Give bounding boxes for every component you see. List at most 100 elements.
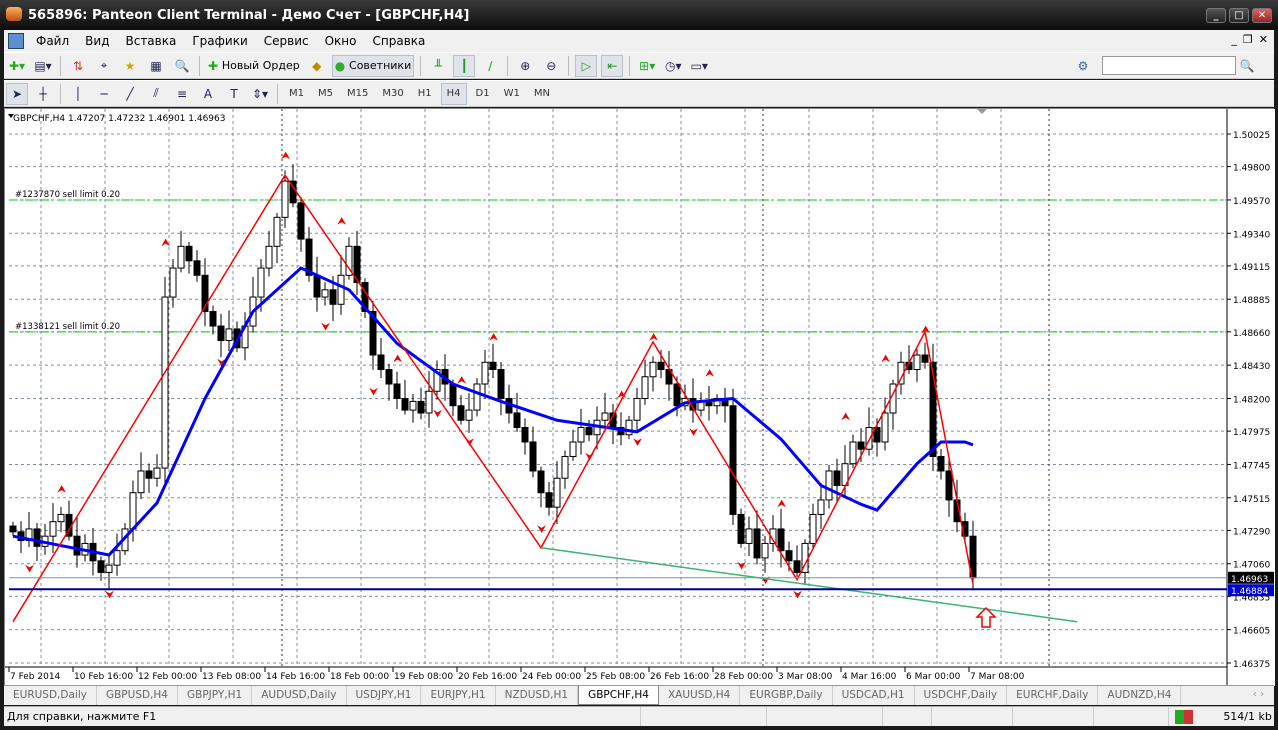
x-tick-label: 25 Feb 08:00 [586, 672, 645, 682]
y-tick-label: 1.47975 [1233, 428, 1270, 438]
experts-icon: ● [334, 58, 346, 73]
terminal-icon[interactable]: ▦ [145, 55, 167, 77]
bear-candle [401, 398, 409, 411]
timeframe-d1[interactable]: D1 [471, 83, 495, 105]
maximize-button[interactable]: □ [1229, 8, 1249, 23]
menu-6[interactable]: Справка [365, 34, 434, 48]
bear-candle [449, 383, 457, 407]
vertical-line-icon[interactable]: │ [67, 83, 89, 105]
bull-candle [49, 521, 57, 537]
chart-shift-icon[interactable]: ⇤ [601, 54, 624, 77]
mdi-minimize-button[interactable]: _ [1231, 33, 1237, 46]
timeframe-h1[interactable]: H1 [413, 83, 437, 105]
chart-window-icon[interactable] [8, 33, 24, 49]
cursor-icon[interactable]: ➤ [6, 82, 28, 105]
bull-candle [865, 426, 873, 450]
trendline-icon[interactable]: ╱ [119, 83, 141, 105]
chart-tab[interactable]: USDCAD,H1 [833, 686, 915, 705]
fibonacci-icon[interactable]: ≡ [171, 83, 193, 105]
minimize-button[interactable]: _ [1206, 8, 1226, 23]
bear-candle [297, 202, 305, 240]
bull-candle [553, 477, 561, 508]
horizontal-line-icon[interactable]: ─ [93, 83, 115, 105]
line-chart-icon[interactable]: ∕ [479, 55, 501, 77]
chart-tab[interactable]: XAUUSD,H4 [659, 686, 741, 705]
timeframe-m30[interactable]: M30 [377, 83, 408, 105]
chart-tab[interactable]: EURCHF,Daily [1007, 686, 1099, 705]
bear-candle [193, 260, 201, 276]
chart-tab[interactable]: EURGBP,Daily [740, 686, 833, 705]
search-button[interactable]: 🔍 [1236, 55, 1258, 77]
zoom-out-icon[interactable]: ⊖ [540, 55, 562, 77]
bull-candle [337, 274, 345, 305]
experts-button[interactable]: ● Советники [331, 54, 415, 77]
search-input[interactable] [1102, 56, 1236, 75]
data-window-icon[interactable]: ⌖ [93, 55, 115, 77]
menu-1[interactable]: Вид [77, 34, 117, 48]
x-tick-label: 4 Mar 16:00 [842, 672, 897, 682]
candlestick-icon[interactable]: ┃ [453, 54, 476, 77]
timeframe-m5[interactable]: M5 [313, 83, 338, 105]
market-watch-icon[interactable]: ⇅ [67, 55, 89, 77]
chart-tab[interactable]: USDJPY,H1 [347, 686, 422, 705]
y-tick-label: 1.50025 [1233, 131, 1270, 141]
timeframe-w1[interactable]: W1 [499, 83, 525, 105]
y-tick-label: 1.47060 [1233, 561, 1270, 571]
periods-button[interactable]: ◷▾ [662, 55, 684, 77]
strategy-tester-icon[interactable]: 🔍 [171, 55, 193, 77]
connection-icon [1175, 709, 1194, 724]
bear-candle [521, 426, 529, 443]
order-label: #1338121 sell limit 0.20 [15, 322, 120, 332]
x-tick-label: 18 Feb 00:00 [330, 672, 389, 682]
bear-candle [185, 245, 193, 262]
chart-tab[interactable]: GBPJPY,H1 [178, 686, 253, 705]
chart-tab[interactable]: NZDUSD,H1 [496, 686, 579, 705]
settings-icon[interactable]: ⚙ [1072, 55, 1094, 77]
menu-5[interactable]: Окно [317, 34, 365, 48]
templates-button[interactable]: ▭▾ [688, 55, 710, 77]
chart-tab[interactable]: EURJPY,H1 [421, 686, 496, 705]
timeframe-m15[interactable]: M15 [342, 83, 373, 105]
bull-candle [273, 216, 281, 247]
chart-header: GBPCHF,H4 1.47207 1.47232 1.46901 1.4696… [13, 114, 225, 124]
zoom-in-icon[interactable]: ⊕ [514, 55, 536, 77]
timeframe-m1[interactable]: M1 [284, 83, 309, 105]
bar-chart-icon[interactable]: ╨ [427, 55, 449, 77]
bull-candle [105, 564, 113, 573]
profiles-button[interactable]: ▤▾ [32, 55, 54, 77]
arrows-button[interactable]: ⇕▾ [249, 83, 271, 105]
chart-window[interactable]: 1.50025 1.49800 1.49570 1.49340 1.49115 1.488… [4, 108, 1275, 686]
metaeditor-icon[interactable]: ◆ [306, 55, 328, 77]
fractal-down-icon: ⮟ [633, 436, 642, 449]
menu-2[interactable]: Вставка [117, 34, 184, 48]
text-label-icon[interactable]: T [223, 83, 245, 105]
text-icon[interactable]: A [197, 83, 219, 105]
indicators-button[interactable]: ⊞▾ [636, 55, 658, 77]
new-chart-button[interactable]: ✚▾ [6, 55, 28, 77]
price-chart[interactable]: 1.50025 1.49800 1.49570 1.49340 1.49115 1.488… [5, 109, 1275, 686]
chart-tab[interactable]: GBPUSD,H4 [97, 686, 178, 705]
bear-candle [737, 513, 745, 544]
chart-tabs: EURUSD,Daily GBPUSD,H4 GBPJPY,H1 AUDUSD,Dai… [4, 685, 1274, 705]
bear-candle [217, 325, 225, 342]
chart-tab[interactable]: USDCHF,Daily [915, 686, 1008, 705]
chart-tab[interactable]: AUDNZD,H4 [1098, 686, 1182, 705]
new-order-button[interactable]: ✚ Новый Ордер [206, 55, 302, 77]
equidistant-channel-icon[interactable]: ⫽ [145, 83, 167, 105]
mdi-restore-button[interactable]: ❐ [1243, 33, 1253, 46]
crosshair-icon[interactable]: ┼ [32, 83, 54, 105]
close-button[interactable]: ✕ [1252, 8, 1272, 23]
auto-scroll-icon[interactable]: ▷ [575, 54, 598, 77]
fractal-down-icon: ⮟ [737, 559, 746, 572]
mdi-close-button[interactable]: ✕ [1259, 33, 1268, 46]
menu-4[interactable]: Сервис [256, 34, 317, 48]
chart-tab[interactable]: AUDUSD,Daily [252, 686, 347, 705]
menu-0[interactable]: Файл [28, 34, 77, 48]
menu-3[interactable]: Графики [184, 34, 255, 48]
timeframe-mn[interactable]: MN [529, 83, 555, 105]
chart-tab[interactable]: EURUSD,Daily [4, 686, 97, 705]
timeframe-h4[interactable]: H4 [440, 82, 467, 105]
navigator-icon[interactable]: ★ [119, 55, 141, 77]
tab-scroll-arrows[interactable]: ‹ › [1243, 686, 1274, 705]
chart-tab[interactable]: GBPCHF,H4 [578, 686, 659, 705]
